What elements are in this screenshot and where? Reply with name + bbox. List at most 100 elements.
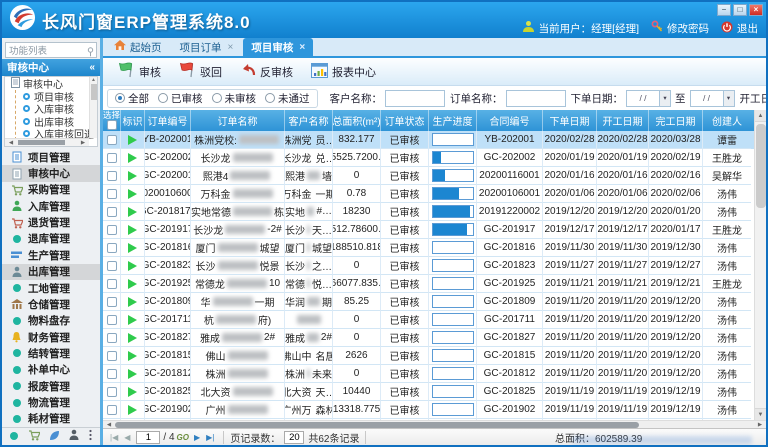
tab-3[interactable]: 项目审核× [243,38,313,56]
more-icon[interactable] [88,428,93,446]
row-checkbox[interactable] [107,261,117,271]
collapse-icon[interactable]: « [89,62,95,73]
order-date-from-picker[interactable]: / /▾ [626,90,671,107]
prev-page-button[interactable]: ◀ [121,433,133,442]
customer-name-input[interactable] [385,90,445,107]
sidebar-item[interactable]: 入库管理 [2,198,100,214]
row-checkbox[interactable] [107,297,117,307]
change-password-link[interactable]: 修改密码 [651,20,709,36]
last-page-button[interactable]: ▶| [203,433,217,442]
sidebar-item[interactable]: 项目管理 [2,149,100,165]
person-icon[interactable] [69,428,79,446]
tab-1[interactable]: 起始页 [106,38,170,56]
row-checkbox[interactable] [107,135,117,145]
row-checkbox[interactable] [107,351,117,361]
row-checkbox[interactable] [107,171,117,181]
scroll-up-button[interactable]: ▲ [755,110,767,122]
first-page-button[interactable]: |◀ [107,433,121,442]
scroll-left-button[interactable]: ◀ [103,422,115,428]
table-row[interactable]: GC-201902广州广州万森林13318.775已审核GC-201902201… [103,401,754,419]
tab-2[interactable]: 项目订单× [172,38,242,56]
scroll-right-button[interactable]: ▶ [754,422,766,428]
table-row[interactable]: GC-202001熙港4熙港墙0已审核202001160012020/01/16… [103,167,754,185]
sidebar-item[interactable]: 出库管理 [2,264,100,280]
horizontal-scrollbar[interactable]: ◀ ▶ [103,420,766,428]
function-search-input[interactable] [5,42,97,58]
sidebar-item[interactable]: 结转管理 [2,345,100,361]
row-checkbox[interactable] [107,315,117,325]
sidebar-item[interactable]: 补单中心 [2,362,100,378]
row-checkbox[interactable] [107,225,117,235]
table-row[interactable]: GC-201823长沙悦景长沙之…0已审核GC-2018232019/11/27… [103,257,754,275]
tree-vertical-scrollbar[interactable]: ▲ [89,77,97,138]
row-checkbox[interactable] [107,189,117,199]
row-checkbox[interactable] [107,333,117,343]
leaf-icon[interactable] [49,428,60,446]
table-row[interactable]: GC-201812株洲株洲未来0已审核GC-2018122019/11/2020… [103,365,754,383]
row-checkbox[interactable] [107,405,117,415]
vertical-scrollbar[interactable]: ▲ ▼ [754,110,766,420]
unapprove-button[interactable]: 反审核 [231,60,302,84]
table-row[interactable]: GC-202002长沙龙长沙龙兑…65525.7200…已审核GC-202002… [103,149,754,167]
row-checkbox[interactable] [107,279,117,289]
row-checkbox[interactable] [107,387,117,397]
hscroll-thumb[interactable] [115,422,639,428]
reject-button[interactable]: 驳回 [170,59,231,84]
order-name-input[interactable] [506,90,566,107]
sidebar-item[interactable]: 仓储管理 [2,296,100,312]
order-date-to-picker[interactable]: / /▾ [690,90,735,107]
sidebar-item[interactable]: 审核中心 [2,165,100,181]
sidebar-item[interactable]: 生产管理 [2,247,100,263]
radio-icon[interactable] [212,93,222,103]
select-all-checkbox[interactable] [107,120,117,130]
table-row[interactable]: GC-201825北大资北大资天…10440已审核GC-2018252019/1… [103,383,754,401]
table-row[interactable]: GC-201827雅成2#雅成2#0已审核GC-2018272019/11/20… [103,329,754,347]
sidebar-item[interactable]: 采购管理 [2,182,100,198]
logout-link[interactable]: 退出 [721,21,758,36]
sidebar-item[interactable]: 退货管理 [2,214,100,230]
sidebar-item[interactable]: 物流管理 [2,394,100,410]
tab-close-icon[interactable]: × [299,42,305,53]
tab-close-icon[interactable]: × [228,42,234,53]
tree-hscroll-thumb[interactable] [18,140,65,145]
sidebar-item[interactable]: 报废管理 [2,378,100,394]
radio-icon[interactable] [115,93,125,103]
table-row[interactable]: GC-201925常德龙10常德悦…266077.835…已审核GC-20192… [103,275,754,293]
table-row[interactable]: YB-202001株洲党校:株洲党员…832.177已审核YB-20200120… [103,131,754,149]
page-number-input[interactable] [136,431,160,444]
calendar-dropdown-icon[interactable]: ▾ [723,91,734,106]
status-radio-2[interactable]: 已审核 [158,91,203,106]
approve-button[interactable]: 审核 [109,59,170,84]
table-row[interactable]: 20200106001万科金万科金一期0.78已审核20200106001202… [103,185,754,203]
status-radio-4[interactable]: 未通过 [265,91,310,106]
radio-icon[interactable] [265,93,275,103]
table-row[interactable]: GC-201809华一期华润期85.25已审核GC-2018092019/11/… [103,293,754,311]
table-row[interactable]: GC-201816厦门城望厦门城望188510.818已审核GC-2018162… [103,239,754,257]
table-row[interactable]: GC-201711杭府)0已审核GC-2017112019/11/202019/… [103,311,754,329]
page-size-input[interactable] [284,431,304,444]
tree-vscroll-thumb[interactable] [91,84,97,100]
table-row[interactable]: GC-201917长沙龙-2#长沙天…8512.78600…已审核GC-2019… [103,221,754,239]
cart-icon[interactable] [28,428,40,446]
report-center-button[interactable]: 报表中心 [302,60,385,84]
row-checkbox[interactable] [107,207,117,217]
tree-horizontal-scrollbar[interactable]: ◀▶ [5,138,89,146]
radio-icon[interactable] [158,93,168,103]
go-button[interactable]: GO [177,433,189,442]
next-page-button[interactable]: ▶ [191,433,203,442]
sidebar-item[interactable]: 耗材管理 [2,411,100,427]
minimize-button[interactable]: − [717,4,731,16]
scroll-down-button[interactable]: ▼ [755,408,767,420]
sidebar-item[interactable]: 退库管理 [2,231,100,247]
maximize-button[interactable]: □ [733,4,747,16]
close-button[interactable]: × [749,4,763,16]
table-row[interactable]: GC-2018178实地常德栋实地#…18230已审核2019122000220… [103,203,754,221]
vscroll-thumb[interactable] [756,124,766,208]
row-checkbox[interactable] [107,369,117,379]
sidebar-item[interactable]: 财务管理 [2,329,100,345]
status-radio-1[interactable]: 全部 [115,91,149,106]
calendar-dropdown-icon[interactable]: ▾ [659,91,670,106]
row-checkbox[interactable] [107,243,117,253]
status-radio-3[interactable]: 未审核 [212,91,257,106]
sidebar-item[interactable]: 物料盘存 [2,313,100,329]
